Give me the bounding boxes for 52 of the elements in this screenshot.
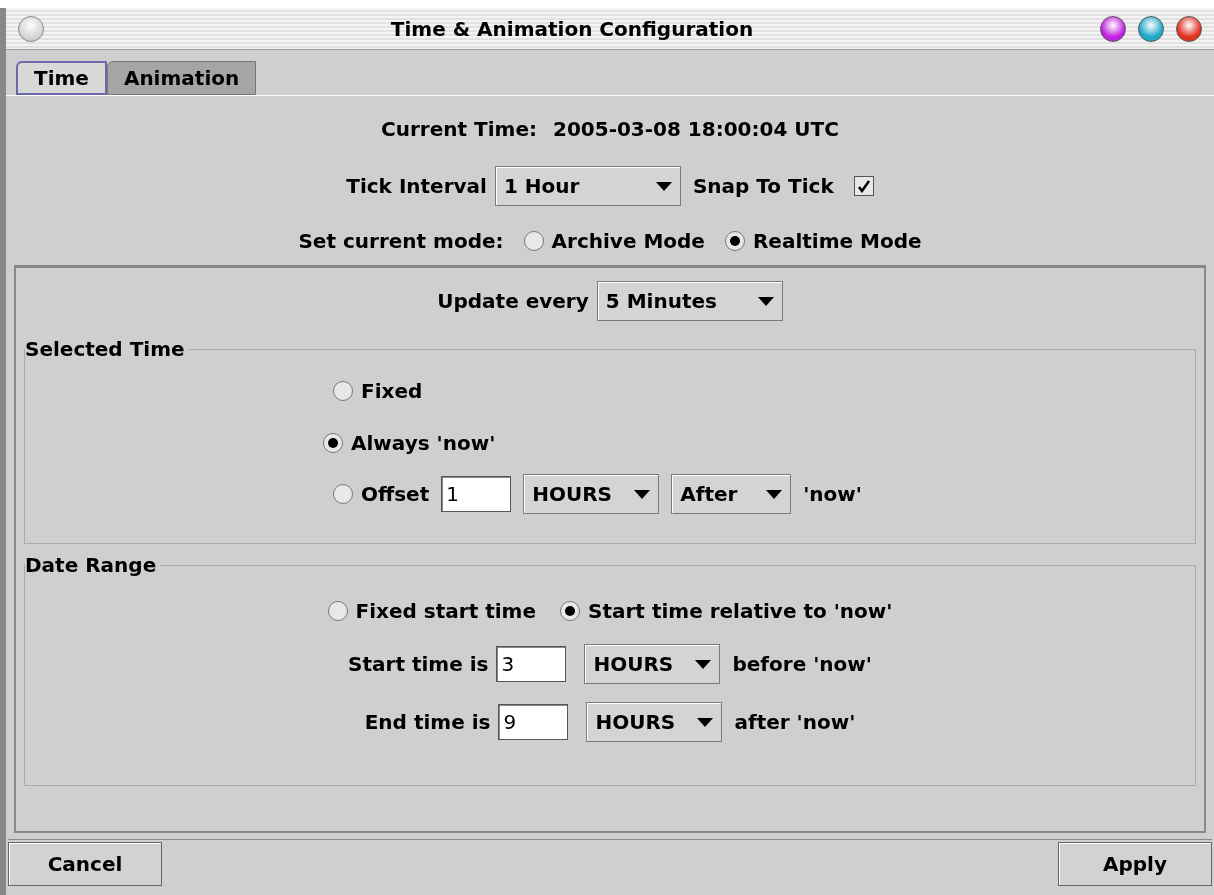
tab[interactable]: Animation [106,61,257,95]
input-field[interactable]: 3 [496,646,567,682]
caret-icon [634,489,651,499]
snap-to-tick-label: Snap To Tick [692,173,834,200]
dropdown[interactable]: HOURS [584,644,721,684]
radio-option[interactable]: Archive Mode [523,226,705,256]
checkbox[interactable] [853,176,874,196]
radio-option[interactable]: Fixed [333,376,1183,406]
radio-button[interactable] [327,601,348,621]
dropdown[interactable]: HOURS [523,474,660,514]
suffix-label: 'now' [803,481,862,508]
current-time-label: Current Time: [381,116,537,143]
dropdown[interactable]: 1 Hour [494,166,681,206]
radio-option[interactable]: Offset [333,479,430,509]
caret-icon [655,181,672,191]
window-menu-icon[interactable] [18,15,44,42]
mode-label: Set current mode: [298,228,504,255]
radio-button[interactable] [333,381,353,401]
radio-button[interactable] [560,601,581,621]
dropdown[interactable]: After [671,474,792,514]
radio-option[interactable]: Realtime Mode [724,226,922,256]
caret-icon [766,489,783,499]
dialog-button[interactable]: Apply [1058,842,1212,886]
dialog-button[interactable]: Cancel [8,842,162,886]
radio-button[interactable] [323,433,343,453]
radio-button[interactable] [523,231,544,251]
update-every-label: Update every [437,288,589,315]
caret-icon [757,296,774,306]
dropdown[interactable]: HOURS [586,702,723,742]
suffix-label: before 'now' [732,651,872,678]
caret-icon [697,717,714,727]
window-control-icon[interactable] [1138,15,1164,42]
window-control-icon[interactable] [1176,15,1202,42]
radio-option[interactable]: Always 'now' [323,428,1183,458]
caret-icon [695,659,712,669]
radio-button[interactable] [333,484,353,504]
group-title: Selected Time [25,336,186,363]
radio-option[interactable]: Fixed start time [327,596,537,626]
radio-button[interactable] [724,231,745,251]
range-row-label: Start time is [348,651,489,678]
tick-interval-label: Tick Interval [346,173,487,200]
group-title: Date Range [25,552,158,579]
dropdown[interactable]: 5 Minutes [596,281,783,321]
current-time-value: 2005-03-08 18:00:04 UTC [552,116,839,143]
range-row-label: End time is [364,709,491,736]
tab[interactable]: Time [16,61,107,95]
radio-option[interactable]: Start time relative to 'now' [560,596,893,626]
input-field[interactable]: 1 [441,476,512,512]
window-title: Time & Animation Configuration [389,15,755,43]
window-control-icon[interactable] [1100,15,1126,42]
input-field[interactable]: 9 [498,704,569,740]
suffix-label: after 'now' [734,709,856,736]
